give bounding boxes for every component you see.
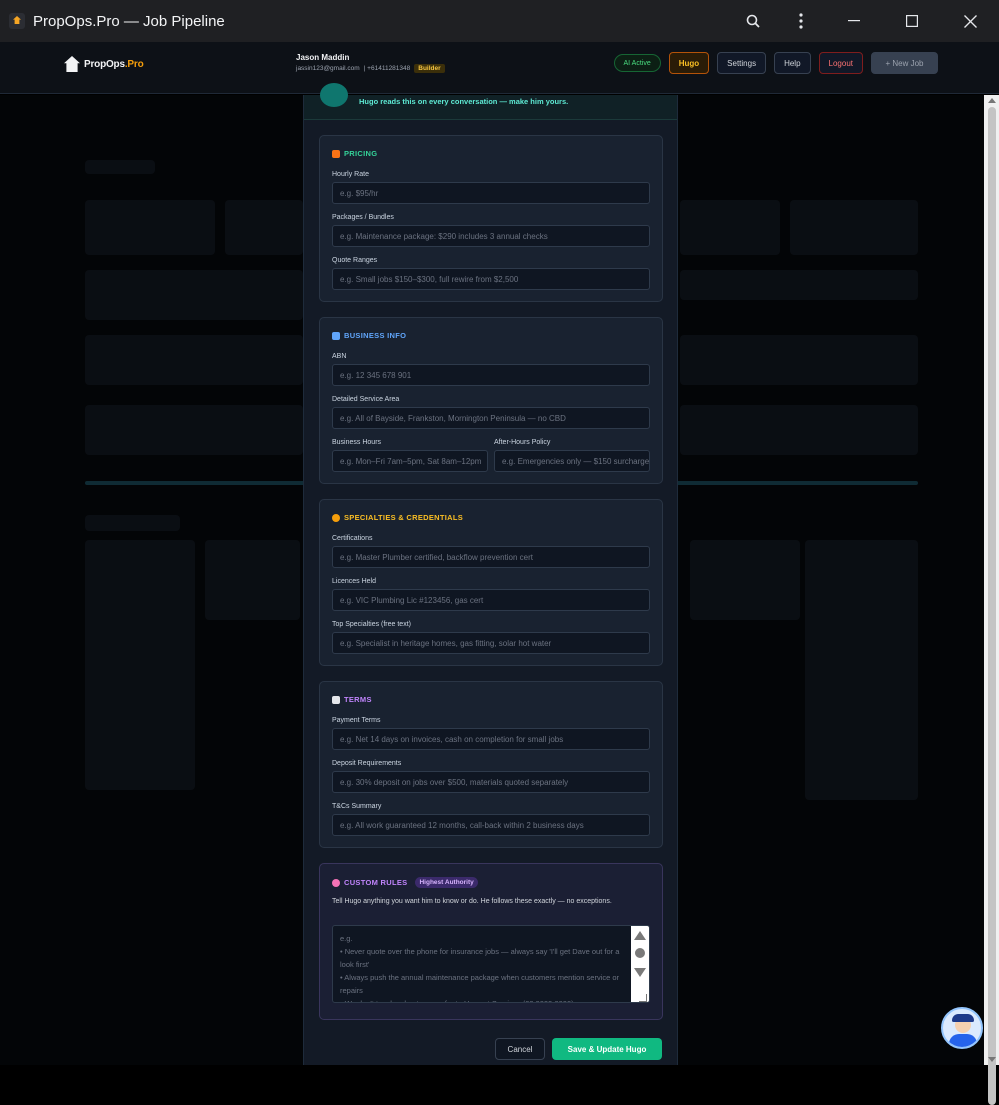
specialties-section: SPECIALTIES & CREDENTIALS Certifications… xyxy=(319,499,663,666)
user-info: Jason Maddin jassin123@gmail.com | +6141… xyxy=(296,53,445,73)
specialties-title-text: SPECIALTIES & CREDENTIALS xyxy=(344,513,464,522)
custom-rules-section: CUSTOM RULES Highest Authority Tell Hugo… xyxy=(319,863,663,1020)
service-area-input[interactable]: e.g. All of Bayside, Frankston, Morningt… xyxy=(332,407,650,429)
business-info-section: BUSINESS INFO ABN e.g. 12 345 678 901 De… xyxy=(319,317,663,484)
textarea-scrollbar[interactable] xyxy=(631,926,649,1002)
business-hours-input[interactable]: e.g. Mon–Fri 7am–5pm, Sat 8am–12pm xyxy=(332,450,488,472)
business-hours-label: Business Hours xyxy=(332,439,382,446)
deposit-input[interactable]: e.g. 30% deposit on jobs over $500, mate… xyxy=(332,771,650,793)
target-icon xyxy=(332,878,340,887)
document-icon xyxy=(332,695,340,704)
licences-input[interactable]: e.g. VIC Plumbing Lic #123456, gas cert xyxy=(332,589,650,611)
packages-input[interactable]: e.g. Maintenance package: $290 includes … xyxy=(332,225,650,247)
textarea-scroll-thumb[interactable] xyxy=(635,948,645,958)
terms-title-text: TERMS xyxy=(344,695,372,704)
scrollbar-thumb[interactable] xyxy=(988,107,996,1105)
building-icon xyxy=(332,331,340,340)
maximize-icon[interactable] xyxy=(883,0,941,42)
scroll-up-icon[interactable] xyxy=(988,98,996,103)
resize-grip-icon[interactable] xyxy=(639,994,647,1002)
pricing-icon xyxy=(332,149,340,158)
scroll-down-icon[interactable] xyxy=(988,1057,996,1062)
window-title: PropOps.Pro — Job Pipeline xyxy=(33,12,225,30)
custom-rules-placeholder: e.g. • Never quote over the phone for in… xyxy=(340,934,620,1002)
custom-rules-title-text: CUSTOM RULES xyxy=(344,878,408,887)
quote-ranges-label: Quote Ranges xyxy=(332,257,378,264)
business-title-text: BUSINESS INFO xyxy=(344,331,407,340)
modal-header: Hugo reads this on every conversation — … xyxy=(304,83,677,120)
abn-input[interactable]: e.g. 12 345 678 901 xyxy=(332,364,650,386)
abn-label: ABN xyxy=(332,353,347,360)
highest-authority-badge: Highest Authority xyxy=(415,877,478,888)
hugo-avatar-icon xyxy=(320,83,348,107)
zoom-icon[interactable] xyxy=(729,0,777,42)
deposit-label: Deposit Requirements xyxy=(332,760,402,767)
app-icon xyxy=(9,13,25,29)
terms-title: TERMS xyxy=(332,695,372,704)
terms-section: TERMS Payment Terms e.g. Net 14 days on … xyxy=(319,681,663,848)
hourly-rate-label: Hourly Rate xyxy=(332,171,369,178)
top-specialties-input[interactable]: e.g. Specialist in heritage homes, gas f… xyxy=(332,632,650,654)
custom-rules-description: Tell Hugo anything you want him to know … xyxy=(332,898,612,905)
user-name: Jason Maddin xyxy=(296,53,350,62)
save-update-hugo-button[interactable]: Save & Update Hugo xyxy=(552,1038,662,1060)
specialties-title: SPECIALTIES & CREDENTIALS xyxy=(332,513,463,522)
quote-ranges-input[interactable]: e.g. Small jobs $150–$300, full rewire f… xyxy=(332,268,650,290)
logout-button[interactable]: Logout xyxy=(818,52,863,74)
more-options-icon[interactable] xyxy=(777,0,825,42)
minimize-icon[interactable] xyxy=(825,0,883,42)
tcs-input[interactable]: e.g. All work guaranteed 12 months, call… xyxy=(332,814,650,836)
ai-status-badge: AI Active xyxy=(613,54,661,72)
textarea-scroll-up-icon[interactable] xyxy=(634,931,646,940)
logo-accent-text: .Pro xyxy=(124,58,144,70)
modal-subtitle: Hugo reads this on every conversation — … xyxy=(359,97,569,106)
hugo-button[interactable]: Hugo xyxy=(668,52,710,74)
packages-label: Packages / Bundles xyxy=(332,214,394,221)
app-header: PropOps.Pro Jason Maddin jassin123@gmail… xyxy=(0,42,999,94)
licences-label: Licences Held xyxy=(332,578,376,585)
certifications-input[interactable]: e.g. Master Plumber certified, backflow … xyxy=(332,546,650,568)
settings-button[interactable]: Settings xyxy=(717,52,767,74)
window-titlebar: PropOps.Pro — Job Pipeline xyxy=(0,0,999,42)
payment-terms-input[interactable]: e.g. Net 14 days on invoices, cash on co… xyxy=(332,728,650,750)
role-badge: Builder xyxy=(414,64,445,73)
textarea-scroll-down-icon[interactable] xyxy=(634,968,646,977)
logo-main-text: PropOps xyxy=(84,58,125,70)
pricing-title: PRICING xyxy=(332,149,377,158)
close-icon[interactable] xyxy=(941,0,999,42)
page-scrollbar[interactable] xyxy=(984,95,999,1105)
cancel-button[interactable]: Cancel xyxy=(495,1038,545,1060)
user-phone: | +61411281348 xyxy=(363,65,411,72)
hugo-settings-modal: Hugo reads this on every conversation — … xyxy=(303,83,678,1065)
custom-rules-textarea[interactable]: e.g. • Never quote over the phone for in… xyxy=(332,925,650,1003)
hugo-chat-avatar[interactable] xyxy=(941,1007,983,1049)
medal-icon xyxy=(332,513,340,522)
service-area-label: Detailed Service Area xyxy=(332,396,400,403)
user-email: jassin123@gmail.com xyxy=(296,65,360,72)
after-hours-input[interactable]: e.g. Emergencies only — $150 surcharge xyxy=(494,450,650,472)
pricing-title-text: PRICING xyxy=(344,149,378,158)
certifications-label: Certifications xyxy=(332,535,373,542)
top-specialties-label: Top Specialties (free text) xyxy=(332,621,411,628)
business-title: BUSINESS INFO xyxy=(332,331,406,340)
payment-terms-label: Payment Terms xyxy=(332,717,381,724)
custom-rules-title: CUSTOM RULES Highest Authority xyxy=(332,877,478,888)
hourly-rate-input[interactable]: e.g. $95/hr xyxy=(332,182,650,204)
app-logo[interactable]: PropOps.Pro xyxy=(64,56,144,72)
tcs-label: T&Cs Summary xyxy=(332,803,382,810)
house-icon xyxy=(64,56,80,72)
new-job-button[interactable]: + New Job xyxy=(871,52,938,74)
help-button[interactable]: Help xyxy=(774,52,811,74)
after-hours-label: After-Hours Policy xyxy=(494,439,551,446)
pricing-section: PRICING Hourly Rate e.g. $95/hr Packages… xyxy=(319,135,663,302)
